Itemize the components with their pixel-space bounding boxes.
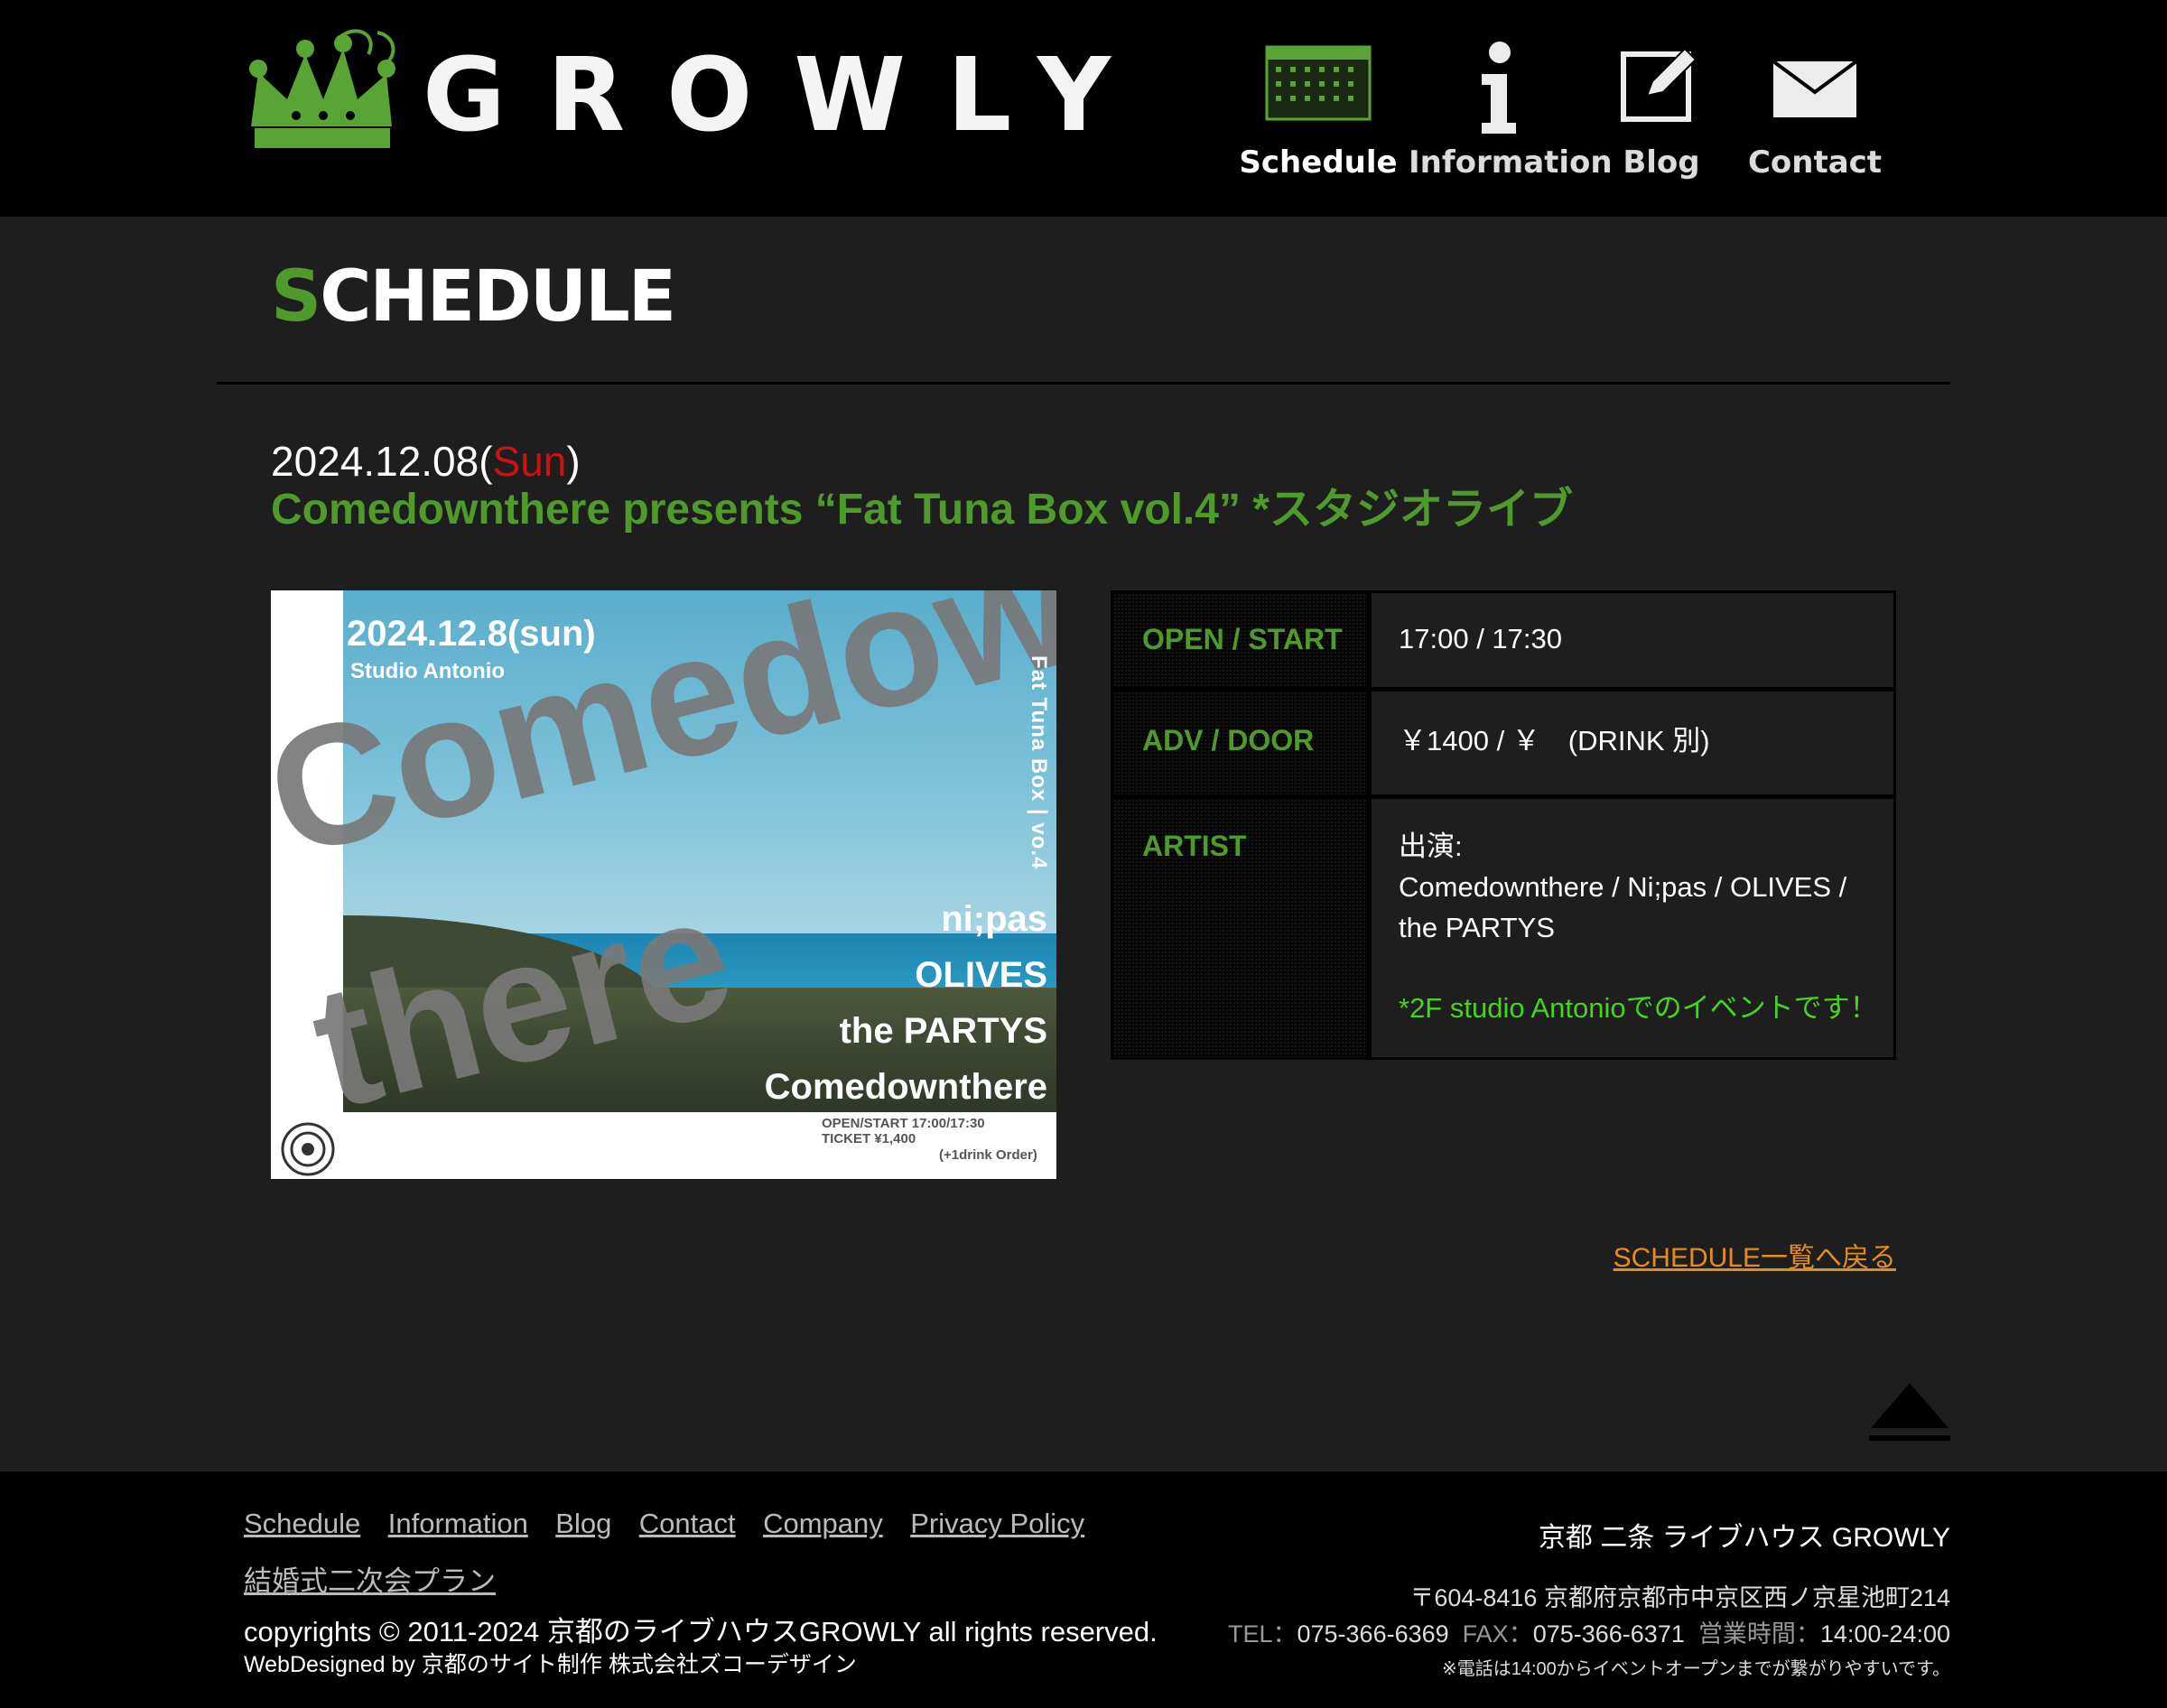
- footer-link-company[interactable]: Company: [763, 1508, 883, 1539]
- footer-address: 〒604-8416 京都府京都市中京区西ノ京星池町214: [1409, 1584, 1950, 1611]
- event-day-of-week: Sun: [492, 438, 567, 485]
- page-title-rest: CHEDULE: [320, 256, 676, 338]
- flyer-artist: the PARTYS: [839, 1011, 1047, 1051]
- footer-nav: Schedule Information Blog Contact Compan…: [244, 1508, 1108, 1540]
- copyright: copyrights © 2011-2024 京都のライブハウスGROWLY a…: [244, 1616, 1158, 1648]
- heading-divider: [217, 382, 1950, 385]
- footer-link-wedding-plan[interactable]: 結婚式二次会プラン: [244, 1565, 496, 1597]
- pencil-icon: [1621, 47, 1697, 122]
- fax-label: FAX：: [1462, 1620, 1533, 1648]
- flyer-artist: ni;pas: [941, 899, 1047, 939]
- event-flyer-image: 2024.12.8(sun) Studio Antonio Comedown t…: [271, 590, 1056, 1179]
- hours-value: 14:00-24:00: [1819, 1620, 1950, 1648]
- flyer-logo-icon: [281, 1122, 335, 1176]
- artist-line: the PARTYS: [1399, 912, 1555, 943]
- event-date-close: ): [566, 438, 581, 485]
- info-row-adv-door: ADV / DOOR ￥1400 / ￥ (DRINK 別): [1113, 692, 1893, 794]
- footer-link-schedule[interactable]: Schedule: [244, 1508, 360, 1539]
- main-nav: Schedule Information Blog Contact: [1237, 42, 1887, 186]
- adv-door-label: ADV / DOOR: [1142, 724, 1315, 757]
- artist-prefix: 出演:: [1399, 831, 1463, 862]
- info-icon: [1482, 42, 1516, 134]
- event-info-table: OPEN / START 17:00 / 17:30 ADV / DOOR ￥1…: [1111, 590, 1896, 1060]
- site-footer: Schedule Information Blog Contact Compan…: [0, 1471, 2167, 1708]
- flyer-info-line: TICKET ¥1,400: [822, 1131, 916, 1147]
- event-date-text: 2024.12.08(: [271, 438, 493, 485]
- open-start-value: 17:00 / 17:30: [1372, 593, 1893, 687]
- designed-by: WebDesigned by 京都のサイト制作 株式会社ズコーデザイン: [244, 1652, 857, 1677]
- artist-value: 出演: Comedownthere / Ni;pas / OLIVES / th…: [1372, 799, 1893, 1057]
- footer-remark: ※電話は14:00からイベントオープンまでが繋がりやすいです。: [1441, 1659, 1950, 1679]
- site-logo[interactable]: GROWLY: [242, 27, 1111, 162]
- calendar-icon: [1265, 45, 1372, 121]
- footer-contact-line: TEL：075-366-6369 FAX：075-366-6371 営業時間：1…: [1228, 1614, 1950, 1649]
- envelope-icon: [1772, 60, 1858, 117]
- footer-link-blog[interactable]: Blog: [555, 1508, 611, 1539]
- logo-text: GROWLY: [423, 37, 1152, 154]
- flyer-artist: OLIVES: [915, 955, 1047, 995]
- fax-number: 075-366-6371: [1532, 1620, 1685, 1648]
- flyer-ticket-info: OPEN/START 17:00/17:30 TICKET ¥1,400 (+1…: [822, 1116, 1037, 1163]
- nav-information[interactable]: Information: [1409, 42, 1613, 186]
- nav-blog-label: Blog: [1623, 144, 1700, 181]
- flyer-vertical-title: Fat Tuna Box | vo.4: [1027, 655, 1051, 870]
- artist-line: Comedownthere / Ni;pas / OLIVES /: [1399, 871, 1847, 903]
- event-date: 2024.12.08(Sun): [271, 437, 581, 487]
- tel-label: TEL：: [1227, 1620, 1297, 1648]
- page-title: SCHEDULE: [271, 262, 676, 334]
- artist-label: ARTIST: [1142, 830, 1247, 862]
- nav-schedule[interactable]: Schedule: [1237, 42, 1400, 186]
- nav-schedule-label: Schedule: [1239, 144, 1398, 181]
- crown-icon: [249, 29, 395, 148]
- footer-link-contact[interactable]: Contact: [639, 1508, 736, 1539]
- tel-number: 075-366-6369: [1297, 1620, 1449, 1648]
- hours-label: 営業時間：: [1697, 1620, 1820, 1648]
- site-header: GROWLY Schedule Information Blog Contact: [0, 0, 2167, 217]
- adv-door-value: ￥1400 / ￥ (DRINK 別): [1372, 692, 1893, 794]
- nav-information-label: Information: [1409, 144, 1613, 181]
- nav-blog[interactable]: Blog: [1598, 42, 1725, 186]
- nav-contact[interactable]: Contact: [1743, 42, 1887, 186]
- open-start-label: OPEN / START: [1142, 623, 1343, 655]
- flyer-artist: Comedownthere: [764, 1067, 1047, 1107]
- nav-contact-label: Contact: [1747, 144, 1883, 181]
- info-label-cell: OPEN / START: [1113, 593, 1367, 687]
- artist-note: *2F studio Antonioでのイベントです！: [1399, 992, 1878, 1024]
- info-row-artist: ARTIST 出演: Comedownthere / Ni;pas / OLIV…: [1113, 799, 1893, 1057]
- footer-nav-2: 結婚式二次会プラン: [244, 1558, 496, 1599]
- footer-link-information[interactable]: Information: [388, 1508, 528, 1539]
- event-title: Comedownthere presents “Fat Tuna Box vol…: [271, 486, 1573, 534]
- flyer-info-line: (+1drink Order): [939, 1146, 1037, 1163]
- info-row-open-start: OPEN / START 17:00 / 17:30: [1113, 593, 1893, 687]
- footer-venue-name: 京都 二条 ライブハウス GROWLY: [1538, 1523, 1950, 1553]
- info-label-cell: ARTIST: [1113, 799, 1367, 1057]
- info-label-cell: ADV / DOOR: [1113, 692, 1367, 794]
- page-title-first-letter: S: [271, 256, 321, 338]
- scroll-to-top-icon[interactable]: [1867, 1379, 1952, 1444]
- footer-link-privacy[interactable]: Privacy Policy: [910, 1508, 1084, 1539]
- flyer-info-line: OPEN/START 17:00/17:30: [822, 1116, 985, 1131]
- back-to-schedule-link[interactable]: SCHEDULE一覧へ戻る: [1614, 1235, 1896, 1275]
